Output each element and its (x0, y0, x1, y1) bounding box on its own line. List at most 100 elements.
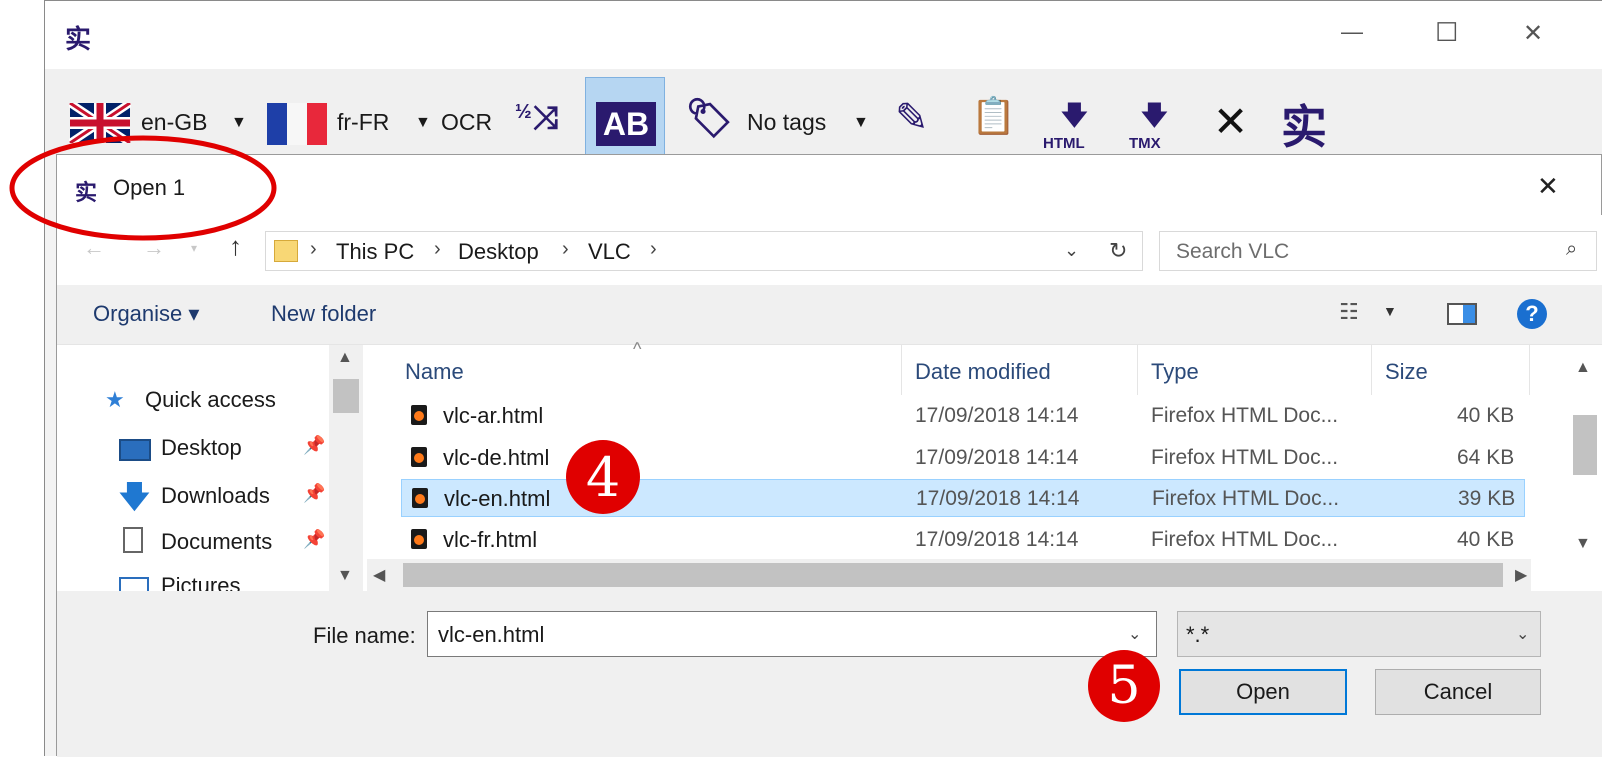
export-html-label[interactable]: HTML (1043, 135, 1085, 152)
nav-scroll-thumb[interactable] (333, 379, 359, 413)
downloads-arrow-icon: 🡇 (119, 481, 150, 514)
file-name-field[interactable]: vlc-en.html ⌄ (427, 611, 1157, 657)
file-name-value: vlc-en.html (438, 622, 545, 647)
table-row[interactable]: vlc-fr.html 17/09/2018 14:14 Firefox HTM… (401, 521, 1525, 559)
new-folder-button[interactable]: New folder (271, 301, 376, 327)
paste-icon[interactable]: 📋 (971, 95, 1016, 137)
documents-icon (123, 527, 143, 553)
ocr-button[interactable]: OCR (441, 109, 492, 136)
file-type-filter[interactable]: *.* ⌄ (1177, 611, 1541, 657)
refresh-icon: ↻ (1109, 238, 1128, 263)
fraction-icon[interactable]: ½ (515, 102, 532, 122)
help-button[interactable]: ? (1517, 299, 1547, 329)
file-list: ^ Name Date modified Type Size vlc-ar.ht… (367, 339, 1602, 591)
breadcrumb-desktop[interactable]: Desktop (458, 239, 539, 265)
file-type: Firefox HTML Doc... (1151, 404, 1339, 427)
app-logo-toolbar-icon[interactable]: 实 (1281, 91, 1327, 157)
refresh-button[interactable]: ↻ (1097, 231, 1143, 271)
scroll-right-icon[interactable]: ▶ (1515, 565, 1527, 585)
breadcrumb-separator-icon: › (650, 238, 657, 260)
breadcrumb-separator-icon: › (562, 238, 569, 260)
vscroll-down-icon[interactable]: ▼ (1575, 535, 1591, 553)
breadcrumb-vlc[interactable]: VLC (588, 239, 631, 265)
preview-pane-button[interactable] (1447, 303, 1477, 325)
file-date: 17/09/2018 14:14 (915, 528, 1079, 551)
source-language-dropdown-icon[interactable]: ▼ (231, 114, 247, 132)
tag-icon[interactable]: 🏷 (685, 97, 733, 141)
search-icon: ⌕ (1566, 238, 1578, 260)
file-size: 64 KB (1457, 446, 1515, 469)
nav-item-downloads[interactable]: Downloads (161, 483, 270, 509)
open-button[interactable]: Open (1179, 669, 1347, 715)
app-logo-icon: 实 (65, 25, 92, 55)
column-divider (1137, 345, 1138, 395)
firefox-html-file-icon (412, 488, 428, 508)
view-options-icon[interactable]: ☷ (1339, 299, 1359, 325)
shuffle-icon[interactable]: ⤨ (533, 99, 559, 137)
file-vscroll-thumb[interactable] (1573, 415, 1597, 475)
file-date: 17/09/2018 14:14 (915, 404, 1079, 427)
horizontal-scrollbar[interactable]: ◀ ▶ (367, 559, 1531, 591)
cancel-button[interactable]: Cancel (1375, 669, 1541, 715)
hscroll-thumb[interactable] (403, 563, 1503, 587)
firefox-html-file-icon (411, 405, 427, 425)
file-name-label: File name: (313, 623, 416, 648)
nav-item-documents[interactable]: Documents (161, 529, 272, 555)
tags-selector[interactable]: No tags (747, 109, 826, 136)
organise-button[interactable]: Organise ▾ (93, 301, 199, 327)
nav-item-pictures[interactable]: Pictures (161, 573, 240, 591)
search-input[interactable]: Search VLC (1176, 240, 1289, 264)
scroll-down-icon[interactable]: ▼ (337, 567, 353, 585)
export-tmx-label[interactable]: TMX (1129, 135, 1161, 152)
pin-icon: 📌 (303, 483, 326, 503)
maximize-button[interactable]: ☐ (1435, 17, 1458, 48)
breadcrumb-separator-icon: › (310, 238, 317, 260)
firefox-html-file-icon (411, 447, 427, 467)
preview-pane-icon (1463, 305, 1475, 323)
tags-dropdown-icon[interactable]: ▼ (853, 114, 869, 132)
file-size: 40 KB (1457, 404, 1515, 427)
filter-dropdown-icon[interactable]: ⌄ (1516, 624, 1529, 644)
vscroll-up-icon[interactable]: ▲ (1575, 359, 1591, 377)
column-divider (1371, 345, 1372, 395)
pin-icon: 📌 (303, 435, 326, 455)
breadcrumb-separator-icon: › (434, 238, 441, 260)
nav-item-quick-access[interactable]: Quick access (145, 387, 276, 413)
sort-ascending-icon: ^ (633, 339, 642, 359)
table-row[interactable]: vlc-ar.html 17/09/2018 14:14 Firefox HTM… (401, 397, 1525, 435)
step-4-badge: 4 (566, 440, 640, 514)
target-language-dropdown-icon[interactable]: ▼ (415, 114, 431, 132)
ab-toggle-button[interactable]: AB (585, 77, 665, 155)
target-language-selector[interactable]: fr-FR (337, 109, 389, 136)
file-name-dropdown-icon[interactable]: ⌄ (1128, 624, 1141, 644)
scroll-left-icon[interactable]: ◀ (373, 565, 385, 585)
edit-icon[interactable]: ✎ (895, 95, 929, 141)
file-size: 39 KB (1458, 487, 1516, 510)
app-close-button[interactable]: ✕ (1523, 19, 1543, 48)
scroll-up-icon[interactable]: ▲ (337, 349, 353, 367)
minimize-button[interactable]: — (1341, 19, 1363, 45)
ab-icon: AB (596, 102, 656, 146)
view-dropdown-icon[interactable]: ▼ (1383, 303, 1397, 319)
nav-pane-scrollbar[interactable]: ▲ ▼ (329, 345, 363, 591)
app-titlebar: 实 — ☐ ✕ (45, 1, 1602, 69)
file-type: Firefox HTML Doc... (1151, 528, 1339, 551)
column-header-date[interactable]: Date modified (915, 359, 1051, 385)
quick-access-star-icon: ★ (105, 387, 125, 412)
search-box[interactable]: Search VLC ⌕ (1159, 231, 1597, 271)
firefox-html-file-icon (411, 529, 427, 549)
address-history-dropdown-icon[interactable]: ⌄ (1064, 240, 1079, 261)
nav-item-desktop[interactable]: Desktop (161, 435, 242, 461)
desktop-icon (119, 439, 151, 461)
pin-icon: 📌 (303, 529, 326, 549)
close-document-icon[interactable]: ✕ (1213, 97, 1248, 146)
file-name: vlc-ar.html (443, 403, 544, 428)
column-header-size[interactable]: Size (1385, 359, 1428, 385)
file-name: vlc-fr.html (443, 527, 538, 552)
address-bar[interactable]: › This PC › Desktop › VLC › ⌄ (265, 231, 1121, 271)
column-header-name[interactable]: Name (405, 359, 464, 385)
column-header-type[interactable]: Type (1151, 359, 1199, 385)
dialog-close-button[interactable]: ✕ (1537, 171, 1559, 202)
file-name: vlc-en.html (444, 486, 551, 511)
breadcrumb-this-pc[interactable]: This PC (336, 239, 414, 265)
